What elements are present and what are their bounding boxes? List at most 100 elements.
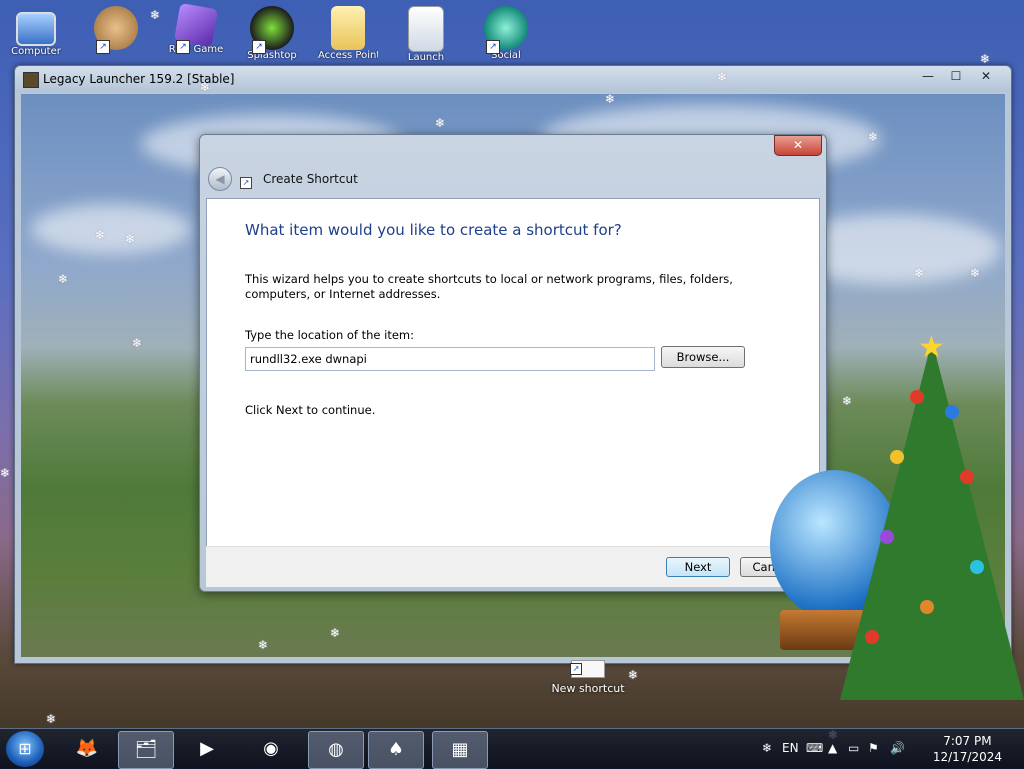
- start-button[interactable]: ⊞: [6, 731, 44, 767]
- minecraft-grass-icon: [23, 72, 39, 88]
- dialog-footer: Next Cancel: [206, 546, 818, 587]
- desktop-icon-label: Splashtop: [247, 50, 297, 60]
- teal-app-desktop-icon[interactable]: ↗ Social: [476, 6, 536, 66]
- location-label: Type the location of the item:: [245, 328, 415, 342]
- snowflake-icon: ❄: [46, 712, 57, 726]
- maximize-button[interactable]: ☐: [943, 68, 969, 86]
- ornament-icon: [865, 630, 879, 644]
- snowflake-tray-icon[interactable]: ❄: [762, 741, 772, 755]
- snowflake-icon: ❄: [150, 8, 161, 22]
- dialog-content: What item would you like to create a sho…: [206, 198, 820, 548]
- shortcut-arrow-icon: ↗: [252, 40, 266, 54]
- location-input[interactable]: [245, 347, 655, 371]
- desktop-icon-label: Access Point: [318, 50, 378, 60]
- taskbar-dlx-app[interactable]: ◍: [308, 731, 364, 769]
- desktop-icon-label: Real Game: [168, 44, 224, 54]
- snowflake-icon: ❄: [970, 266, 981, 280]
- minimize-button[interactable]: —: [915, 68, 941, 86]
- snowflake-icon: ❄: [58, 272, 69, 286]
- ornament-icon: [920, 600, 934, 614]
- snowflake-icon: ❄: [200, 80, 211, 94]
- ornament-icon: [890, 450, 904, 464]
- solitaire-icon: ♠: [387, 739, 405, 760]
- desktop-icon-label: Launch: [407, 52, 445, 62]
- show-hidden-icons[interactable]: ▲: [828, 741, 837, 755]
- next-button[interactable]: Next: [666, 557, 730, 577]
- snowflake-icon: ❄: [435, 116, 446, 130]
- snowflake-icon: ❄: [628, 668, 639, 682]
- snowflake-icon: ❄: [605, 92, 616, 106]
- volume-icon[interactable]: 🔊: [890, 741, 905, 755]
- new-shortcut-desktop-icon[interactable]: ↗ New shortcut: [548, 660, 628, 695]
- taskbar-solitaire[interactable]: ♠: [368, 731, 424, 769]
- ornament-icon: [970, 560, 984, 574]
- network-icon[interactable]: ▭: [848, 741, 859, 755]
- settings-document-icon: [408, 6, 444, 52]
- taskbar-media-player[interactable]: ▶: [180, 731, 234, 767]
- minecraft-icon: ▦: [451, 739, 469, 760]
- back-button[interactable]: ◀: [208, 167, 232, 191]
- taskbar-file-explorer[interactable]: 🗂: [118, 731, 174, 769]
- launcher-titlebar[interactable]: Legacy Launcher 159.2 [Stable] — ☐ ✕: [15, 66, 1011, 92]
- star-icon: ★: [918, 330, 945, 365]
- computer-desktop-icon[interactable]: Computer: [6, 6, 66, 66]
- snowflake-icon: ❄: [980, 52, 991, 66]
- new-shortcut-label: New shortcut: [551, 682, 625, 695]
- desktop-icon-label: Social: [491, 50, 521, 60]
- snowflake-icon: ❄: [132, 336, 143, 350]
- desktop-icon-label: [86, 50, 146, 60]
- shortcut-arrow-icon: ↗: [176, 40, 190, 54]
- file-explorer-icon: 🗂: [134, 739, 158, 760]
- christmas-tree-icon: [840, 340, 1024, 700]
- browse-button[interactable]: Browse...: [661, 346, 745, 368]
- folder-desktop-icon[interactable]: Access Point: [318, 6, 378, 66]
- dlx-app-icon: ◍: [328, 739, 344, 760]
- monkey-game-desktop-icon[interactable]: ↗: [86, 6, 146, 66]
- taskbar-teal-app[interactable]: ◉: [244, 731, 298, 767]
- teal-app-icon: ◉: [263, 738, 279, 759]
- green-s-app-desktop-icon[interactable]: ↗ Splashtop: [242, 6, 302, 66]
- taskbar-minecraft[interactable]: ▦: [432, 731, 488, 769]
- snowflake-icon: ❄: [842, 394, 853, 408]
- language-indicator[interactable]: EN: [782, 741, 799, 755]
- system-tray: ❄ EN ⌨ ▲ ▭ ⚑ 🔊 7:07 PM 12/17/2024: [756, 729, 1016, 769]
- firefox-icon: 🦊: [75, 738, 99, 759]
- snowflake-icon: ❄: [95, 228, 106, 242]
- wizard-description: This wizard helps you to create shortcut…: [245, 272, 733, 301]
- dialog-title: Create Shortcut: [263, 172, 358, 186]
- christmas-tree-gadget[interactable]: ★: [770, 330, 1024, 720]
- snowflake-icon: ❄: [717, 70, 728, 84]
- clock[interactable]: 7:07 PM 12/17/2024: [933, 733, 1002, 765]
- snowflake-icon: ❄: [330, 626, 341, 640]
- cloud: [31, 204, 191, 254]
- dice-game-desktop-icon[interactable]: ↗ Real Game: [166, 2, 226, 66]
- dialog-close-button[interactable]: ✕: [774, 135, 822, 156]
- snowflake-icon: ❄: [0, 466, 11, 480]
- computer-icon: [16, 12, 56, 46]
- shortcut-arrow-icon: ↗: [486, 40, 500, 54]
- new-shortcut-icon: ↗: [570, 660, 605, 678]
- desktop-icon-label: Computer: [11, 46, 61, 56]
- shortcut-arrow-icon: ↗: [96, 40, 110, 54]
- shortcut-small-icon: ↗: [240, 177, 252, 189]
- snowflake-icon: ❄: [868, 130, 879, 144]
- create-shortcut-dialog: ✕ ◀ ↗ Create Shortcut What item would yo…: [199, 134, 827, 592]
- taskbar: ⊞ 🦊 🗂 ▶ ◉ ◍ ♠ ▦ ❄ EN ⌨ ▲ ▭ ⚑ 🔊 7:07 PM 1…: [0, 728, 1024, 769]
- snowflake-icon: ❄: [125, 232, 136, 246]
- taskbar-firefox[interactable]: 🦊: [60, 731, 114, 767]
- action-center-flag-icon[interactable]: ⚑: [868, 741, 879, 755]
- continue-instruction: Click Next to continue.: [245, 403, 376, 417]
- close-button[interactable]: ✕: [973, 68, 999, 86]
- clock-time: 7:07 PM: [943, 734, 992, 748]
- media-player-icon: ▶: [200, 738, 214, 759]
- ornament-icon: [880, 530, 894, 544]
- snowflake-icon: ❄: [258, 638, 269, 652]
- ornament-icon: [910, 390, 924, 404]
- ornament-icon: [960, 470, 974, 484]
- settings-document-desktop-icon[interactable]: Launch: [396, 6, 456, 66]
- keyboard-icon[interactable]: ⌨: [806, 741, 823, 755]
- ornament-icon: [945, 405, 959, 419]
- wizard-heading: What item would you like to create a sho…: [245, 221, 622, 239]
- clock-date: 12/17/2024: [932, 750, 1002, 764]
- folder-icon: [331, 6, 365, 50]
